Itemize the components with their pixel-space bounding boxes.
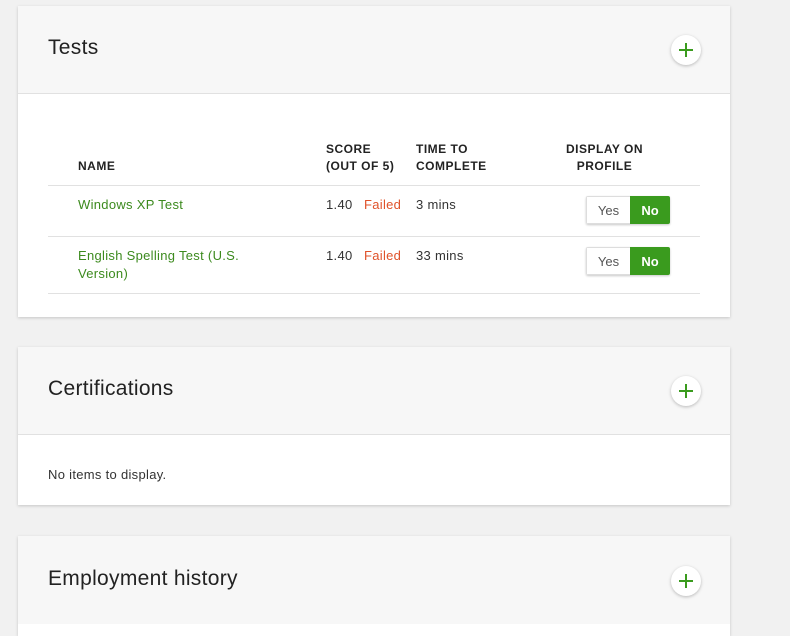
display-yes-button[interactable]: Yes [586,247,630,275]
test-status: Failed [364,197,402,212]
column-header-name: NAME [78,159,116,173]
display-no-button[interactable]: No [630,196,670,224]
certifications-card: Certifications No items to display. [18,347,730,505]
test-score: 1.40 [326,197,353,212]
add-employment-button[interactable] [671,566,701,596]
test-time: 3 mins [416,197,457,212]
plus-icon [679,574,693,588]
table-divider [48,236,700,237]
plus-icon [679,43,693,57]
tests-card: Tests NAME SCORE (OUT OF 5) TIME TO COMP… [18,6,730,317]
tests-header: Tests [18,6,730,94]
display-toggle: Yes No [586,196,670,224]
tests-title: Tests [48,36,99,59]
employment-card: Employment history [18,536,730,636]
column-header-display: DISPLAY ON PROFILE [566,142,644,173]
column-header-time: TIME TO COMPLETE [416,142,487,173]
column-header-score: SCORE (OUT OF 5) [326,142,395,173]
employment-header: Employment history [18,536,730,624]
plus-icon [679,384,693,398]
table-divider [48,293,700,294]
test-name-link[interactable]: Windows XP Test [78,196,278,214]
display-yes-button[interactable]: Yes [586,196,630,224]
employment-title: Employment history [48,567,238,590]
test-name-link[interactable]: English Spelling Test (U.S. Version) [78,247,278,283]
test-score: 1.40 [326,248,353,263]
add-test-button[interactable] [671,35,701,65]
certifications-header: Certifications [18,347,730,435]
add-certification-button[interactable] [671,376,701,406]
display-no-button[interactable]: No [630,247,670,275]
test-time: 33 mins [416,248,464,263]
test-status: Failed [364,248,402,263]
empty-message: No items to display. [48,467,167,482]
display-toggle: Yes No [586,247,670,275]
table-divider [48,185,700,186]
certifications-title: Certifications [48,377,174,400]
